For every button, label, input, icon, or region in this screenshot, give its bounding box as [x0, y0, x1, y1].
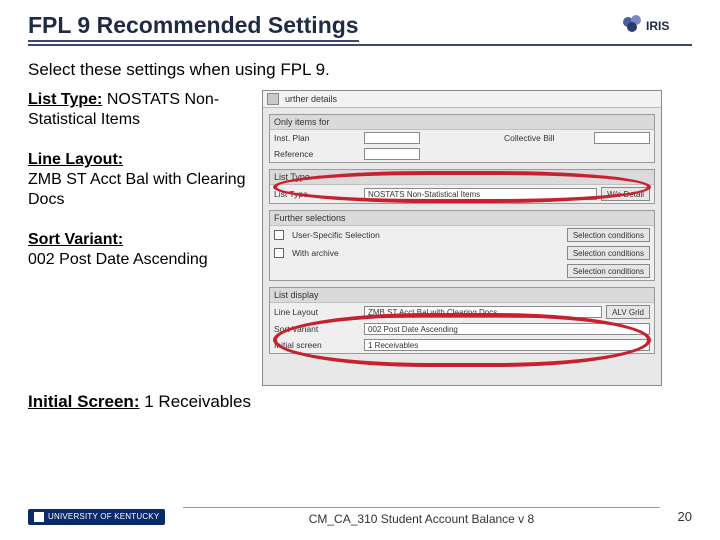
footer-doc: CM_CA_310 Student Account Balance v 8: [183, 507, 659, 526]
slide: FPL 9 Recommended Settings IRIS Select t…: [0, 0, 720, 540]
ss-field[interactable]: [594, 132, 650, 144]
uk-text: UNIVERSITY OF KENTUCKY: [48, 512, 159, 521]
ss-toolbar: urther details: [263, 91, 661, 108]
ss-field-initial-screen[interactable]: 1 Receivables: [364, 339, 650, 351]
setting-line-layout: Line Layout ZMB ST Acct Bal with Clearin…: [28, 150, 248, 210]
ss-row: Selection conditions: [270, 262, 654, 280]
settings-list: List Type NOSTATS Non-Statistical Items …: [28, 90, 248, 386]
ss-panel-title: List display: [270, 288, 654, 303]
header: FPL 9 Recommended Settings IRIS: [28, 12, 692, 46]
uk-mark-icon: [34, 512, 44, 522]
ss-row: Inst. Plan Collective Bill: [270, 130, 654, 146]
ss-check-label: With archive: [292, 248, 339, 258]
uk-logo: UNIVERSITY OF KENTUCKY: [28, 509, 165, 525]
footer: UNIVERSITY OF KENTUCKY CM_CA_310 Student…: [0, 507, 720, 526]
ss-button-wo-detail[interactable]: W/o Detail: [601, 187, 650, 201]
ss-field-list-type[interactable]: NOSTATS Non-Statistical Items: [364, 188, 597, 200]
page-title: FPL 9 Recommended Settings: [28, 12, 359, 42]
setting-sort-variant: Sort Variant 002 Post Date Ascending: [28, 230, 248, 270]
setting-value: 1 Receivables: [144, 392, 251, 411]
checkbox-icon[interactable]: [274, 248, 284, 258]
ss-field[interactable]: [364, 148, 420, 160]
checkbox-icon[interactable]: [274, 230, 284, 240]
ss-field-line-layout[interactable]: ZMB ST Acct Bal with Clearing Docs: [364, 306, 602, 318]
ss-label: Inst. Plan: [274, 133, 360, 143]
setting-list-type: List Type NOSTATS Non-Statistical Items: [28, 90, 248, 130]
ss-field[interactable]: [364, 132, 420, 144]
page-number: 20: [678, 509, 692, 524]
ss-panel-list-type: List Type List Type NOSTATS Non-Statisti…: [269, 169, 655, 204]
ss-button-sel-cond[interactable]: Selection conditions: [567, 264, 650, 278]
ss-row: Initial screen 1 Receivables: [270, 337, 654, 353]
ss-panel-title: Further selections: [270, 211, 654, 226]
ss-field-sort-variant[interactable]: 002 Post Date Ascending: [364, 323, 650, 335]
ss-label: Sort Variant: [274, 324, 360, 334]
setting-value: 002 Post Date Ascending: [28, 251, 208, 268]
ss-label: Collective Bill: [504, 133, 590, 143]
sap-screenshot: urther details Only items for Inst. Plan…: [262, 90, 662, 386]
setting-label: Sort Variant: [28, 231, 123, 248]
ss-check-label: User-Specific Selection: [292, 230, 380, 240]
ss-panel-only-items: Only items for Inst. Plan Collective Bil…: [269, 114, 655, 163]
setting-label: Line Layout: [28, 151, 123, 168]
ss-row: With archive Selection conditions: [270, 244, 654, 262]
ss-row: User-Specific Selection Selection condit…: [270, 226, 654, 244]
setting-initial-screen: Initial Screen 1 Receivables: [28, 392, 692, 412]
ss-label: Reference: [274, 149, 360, 159]
ss-button-alv-grid[interactable]: ALV Grid: [606, 305, 650, 319]
ss-label: Initial screen: [274, 340, 360, 350]
iris-logo: IRIS: [618, 12, 692, 42]
ss-panel-title: List Type: [270, 170, 654, 185]
instruction-text: Select these settings when using FPL 9.: [28, 60, 692, 80]
ss-toolbar-label: urther details: [285, 94, 337, 104]
setting-value: ZMB ST Acct Bal with Clearing Docs: [28, 171, 246, 208]
body: List Type NOSTATS Non-Statistical Items …: [28, 90, 692, 386]
svg-text:IRIS: IRIS: [646, 19, 669, 33]
ss-row: Sort Variant 002 Post Date Ascending: [270, 321, 654, 337]
ss-button-sel-cond[interactable]: Selection conditions: [567, 228, 650, 242]
ss-label: Line Layout: [274, 307, 360, 317]
ss-row: Reference: [270, 146, 654, 162]
ss-row: List Type NOSTATS Non-Statistical Items …: [270, 185, 654, 203]
setting-label: List Type: [28, 91, 102, 108]
ss-panel-title: Only items for: [270, 115, 654, 130]
ss-button-sel-cond[interactable]: Selection conditions: [567, 246, 650, 260]
ss-panel-list-display: List display Line Layout ZMB ST Acct Bal…: [269, 287, 655, 354]
ss-row: Line Layout ZMB ST Acct Bal with Clearin…: [270, 303, 654, 321]
doc-icon: [267, 93, 279, 105]
ss-panel-further-selections: Further selections User-Specific Selecti…: [269, 210, 655, 281]
ss-label: List Type: [274, 189, 360, 199]
setting-label: Initial Screen: [28, 392, 140, 411]
